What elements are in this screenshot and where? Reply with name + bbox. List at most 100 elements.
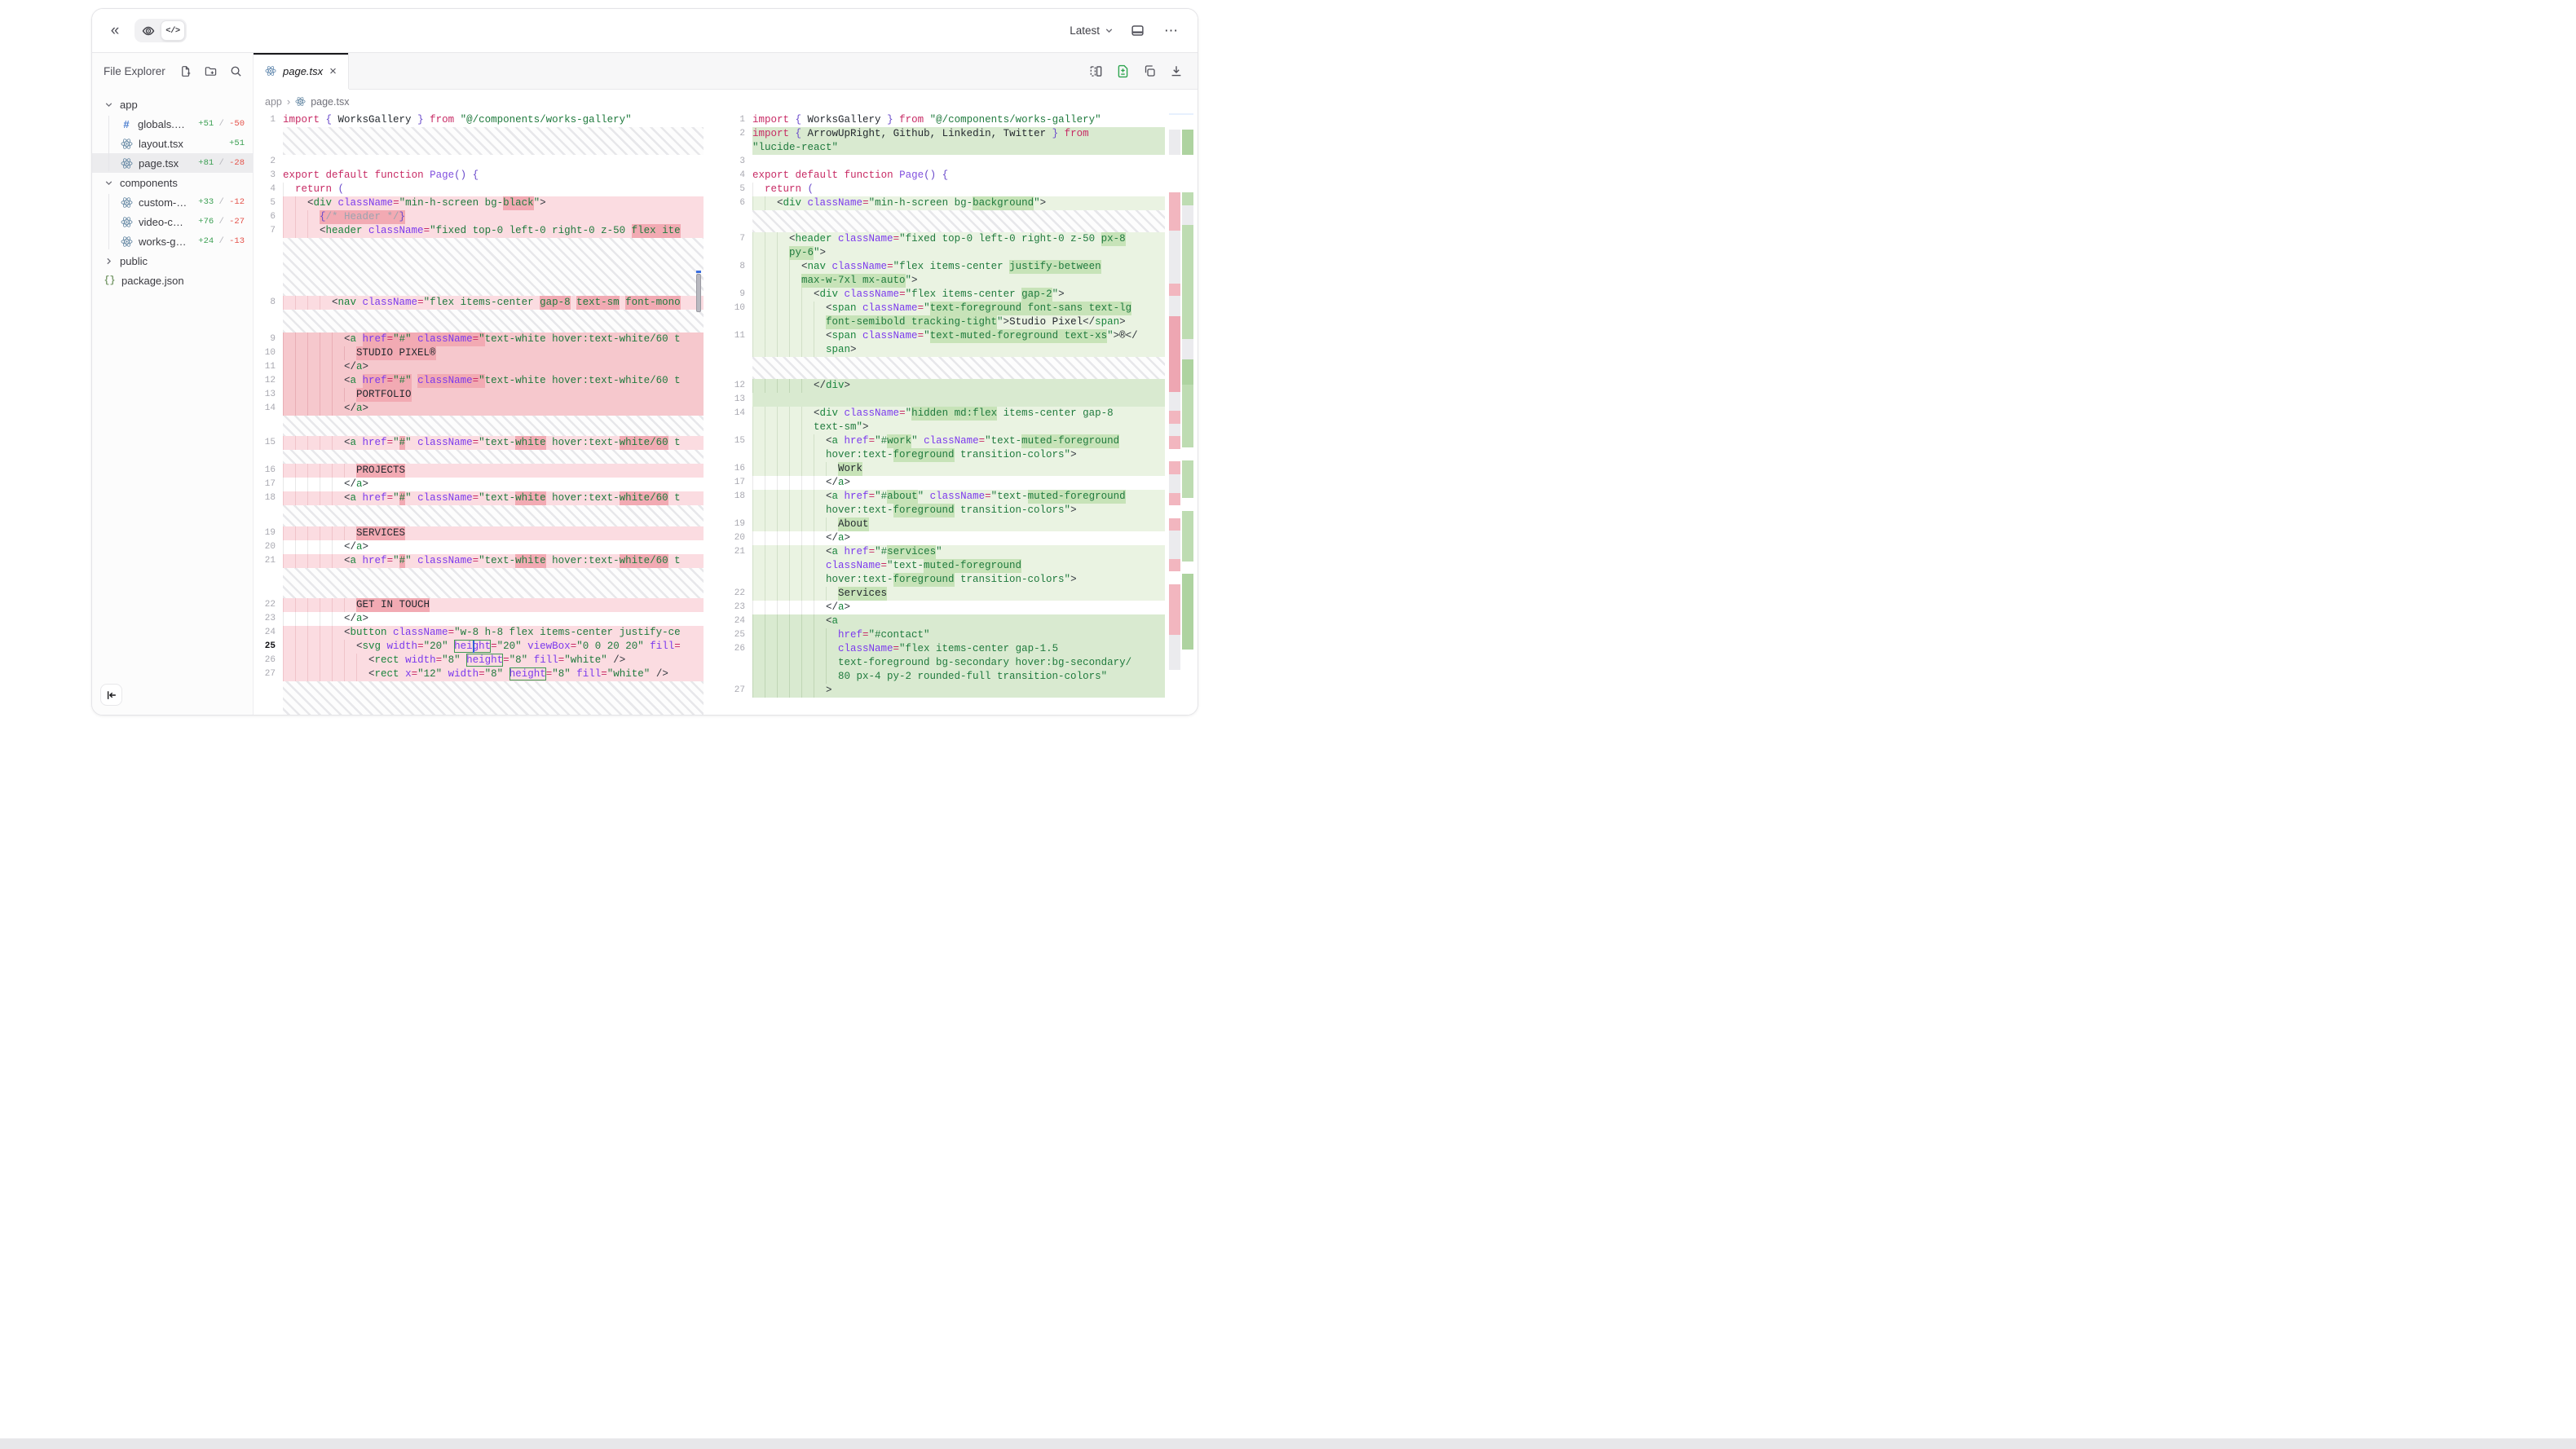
search-button[interactable] xyxy=(227,63,245,81)
code-line[interactable]: 27> xyxy=(723,684,1165,698)
code-line[interactable]: 16PROJECTS xyxy=(254,464,704,478)
version-dropdown[interactable]: Latest xyxy=(1070,24,1114,37)
code-line[interactable]: py-6"> xyxy=(723,246,1165,260)
code-line[interactable]: 3 xyxy=(723,155,1165,169)
code-line[interactable]: hover:text-foreground transition-colors"… xyxy=(723,448,1165,462)
code-line[interactable]: 21<a href="#" className="text-white hove… xyxy=(254,554,704,568)
code-line[interactable]: 5return ( xyxy=(723,183,1165,196)
code-line[interactable]: 20</a> xyxy=(723,531,1165,545)
code-line[interactable]: 12<a href="#" className="text-white hove… xyxy=(254,374,704,388)
code-line[interactable]: 23</a> xyxy=(723,601,1165,614)
new-folder-button[interactable] xyxy=(201,63,219,81)
tree-file-layout.tsx[interactable]: layout.tsx+51 xyxy=(92,134,253,153)
code-line[interactable]: 16Work xyxy=(723,462,1165,476)
panel-bottom-button[interactable] xyxy=(1126,20,1149,42)
tree-folder-public[interactable]: public xyxy=(92,251,253,271)
code-line[interactable]: span> xyxy=(723,343,1165,357)
code-line[interactable]: 2import { ArrowUpRight, Github, Linkedin… xyxy=(723,127,1165,141)
code-line[interactable]: font-semibold tracking-tight">Studio Pix… xyxy=(723,315,1165,329)
collapse-explorer-button[interactable] xyxy=(100,684,122,706)
code-line[interactable]: 13 xyxy=(723,393,1165,407)
code-line[interactable]: 20</a> xyxy=(254,540,704,554)
code-line[interactable]: 19About xyxy=(723,518,1165,531)
diff-stat-badge: +33 / -12 xyxy=(198,197,245,207)
diff-minimap[interactable] xyxy=(1169,113,1193,716)
new-file-button[interactable] xyxy=(176,63,194,81)
code-line[interactable]: 4export default function Page() { xyxy=(723,169,1165,183)
code-line[interactable]: 17</a> xyxy=(254,478,704,491)
more-options-button[interactable]: ⋯ xyxy=(1160,20,1183,42)
code-line[interactable]: 18<a href="#" className="text-white hove… xyxy=(254,491,704,505)
code-line[interactable]: 23</a> xyxy=(254,612,704,626)
preview-view-button[interactable] xyxy=(136,20,161,41)
tree-file-globals.css[interactable]: #globals.css+51 / -50 xyxy=(92,114,253,134)
code-line[interactable]: 17</a> xyxy=(723,476,1165,490)
tree-file-video-card.tsx[interactable]: video-card.tsx+76 / -27 xyxy=(92,212,253,231)
code-line[interactable]: max-w-7xl mx-auto"> xyxy=(723,274,1165,288)
tree-file-page.tsx[interactable]: page.tsx+81 / -28 xyxy=(92,153,253,173)
code-line[interactable]: 19SERVICES xyxy=(254,526,704,540)
code-line[interactable]: hover:text-foreground transition-colors"… xyxy=(723,504,1165,518)
code-line[interactable]: 11<span className="text-muted-foreground… xyxy=(723,329,1165,343)
code-line[interactable]: 8<nav className="flex items-center gap-8… xyxy=(254,296,704,310)
code-line[interactable]: 25<svg width="20" height="20" viewBox="0… xyxy=(254,640,704,654)
code-line[interactable]: 9<div className="flex items-center gap-2… xyxy=(723,288,1165,302)
code-line[interactable]: 80 px-4 py-2 rounded-full transition-col… xyxy=(723,670,1165,684)
breadcrumb-file[interactable]: page.tsx xyxy=(311,96,349,108)
code-line[interactable]: hover:text-foreground transition-colors"… xyxy=(723,573,1165,587)
breadcrumb-folder[interactable]: app xyxy=(265,96,282,108)
split-view-button[interactable] xyxy=(1087,63,1104,79)
code-line[interactable]: 22GET IN TOUCH xyxy=(254,598,704,612)
code-line[interactable]: 3export default function Page() { xyxy=(254,169,704,183)
code-line[interactable]: 4return ( xyxy=(254,183,704,196)
code-line[interactable]: 9<a href="#" className="text-white hover… xyxy=(254,333,704,346)
code-line[interactable]: 26className="flex items-center gap-1.5 xyxy=(723,642,1165,656)
code-line[interactable]: 1import { WorksGallery } from "@/compone… xyxy=(723,113,1165,127)
code-line[interactable]: 14<div className="hidden md:flex items-c… xyxy=(723,407,1165,421)
view-diff-button[interactable] xyxy=(1114,63,1131,79)
tree-file-works-galler[interactable]: works-galler…+24 / -13 xyxy=(92,231,253,251)
code-line[interactable]: 14</a> xyxy=(254,402,704,416)
vertical-scrollbar[interactable] xyxy=(696,274,701,312)
code-line[interactable]: 21<a href="#services" xyxy=(723,545,1165,559)
code-line[interactable]: 22Services xyxy=(723,587,1165,601)
code-line[interactable]: 12</div> xyxy=(723,379,1165,393)
code-line[interactable]: 5<div className="min-h-screen bg-black"> xyxy=(254,196,704,210)
code-line[interactable]: text-sm"> xyxy=(723,421,1165,434)
code-line[interactable]: 6{/* Header */} xyxy=(254,210,704,224)
code-line[interactable]: className="text-muted-foreground xyxy=(723,559,1165,573)
code-line[interactable]: 26<rect width="8" height="8" fill="white… xyxy=(254,654,704,667)
code-line[interactable]: 10STUDIO PIXEL® xyxy=(254,346,704,360)
code-line[interactable]: 2 xyxy=(254,155,704,169)
code-line[interactable]: 7<header className="fixed top-0 left-0 r… xyxy=(254,224,704,238)
tree-folder-components[interactable]: components xyxy=(92,173,253,192)
code-view-button[interactable]: </> xyxy=(161,20,185,41)
code-line[interactable]: 24<a xyxy=(723,614,1165,628)
code-line[interactable]: 15<a href="#" className="text-white hove… xyxy=(254,436,704,450)
code-line[interactable]: 10<span className="text-foreground font-… xyxy=(723,302,1165,315)
code-line[interactable]: 1import { WorksGallery } from "@/compone… xyxy=(254,113,704,127)
tab-close-button[interactable]: × xyxy=(329,65,337,77)
download-button[interactable] xyxy=(1168,63,1184,79)
code-line[interactable]: 15<a href="#work" className="text-muted-… xyxy=(723,434,1165,448)
code-line[interactable]: 8<nav className="flex items-center justi… xyxy=(723,260,1165,274)
diff-pane-modified[interactable]: 1import { WorksGallery } from "@/compone… xyxy=(723,113,1165,716)
tree-folder-app[interactable]: app xyxy=(92,95,253,114)
code-line[interactable]: "lucide-react" xyxy=(723,141,1165,155)
code-line[interactable]: 25href="#contact" xyxy=(723,628,1165,642)
code-line[interactable]: 18<a href="#about" className="text-muted… xyxy=(723,490,1165,504)
code-line[interactable]: text-foreground bg-secondary hover:bg-se… xyxy=(723,656,1165,670)
code-line[interactable]: 11</a> xyxy=(254,360,704,374)
copy-button[interactable] xyxy=(1141,63,1158,79)
collapse-panel-button[interactable]: « xyxy=(104,20,126,42)
code-line[interactable]: 13PORTFOLIO xyxy=(254,388,704,402)
code-line[interactable]: 24<button className="w-8 h-8 flex items-… xyxy=(254,626,704,640)
tree-file-package.json[interactable]: {}package.json xyxy=(92,271,253,290)
tree-file-custom-curs[interactable]: custom-curs…+33 / -12 xyxy=(92,192,253,212)
tab-page-tsx[interactable]: page.tsx × xyxy=(254,53,349,89)
code-line[interactable]: 7<header className="fixed top-0 left-0 r… xyxy=(723,232,1165,246)
line-number: 12 xyxy=(254,374,283,388)
code-line[interactable]: 6<div className="min-h-screen bg-backgro… xyxy=(723,196,1165,210)
diff-pane-original[interactable]: 1import { WorksGallery } from "@/compone… xyxy=(254,113,704,716)
code-line[interactable]: 27<rect x="12" width="8" height="8" fill… xyxy=(254,667,704,681)
